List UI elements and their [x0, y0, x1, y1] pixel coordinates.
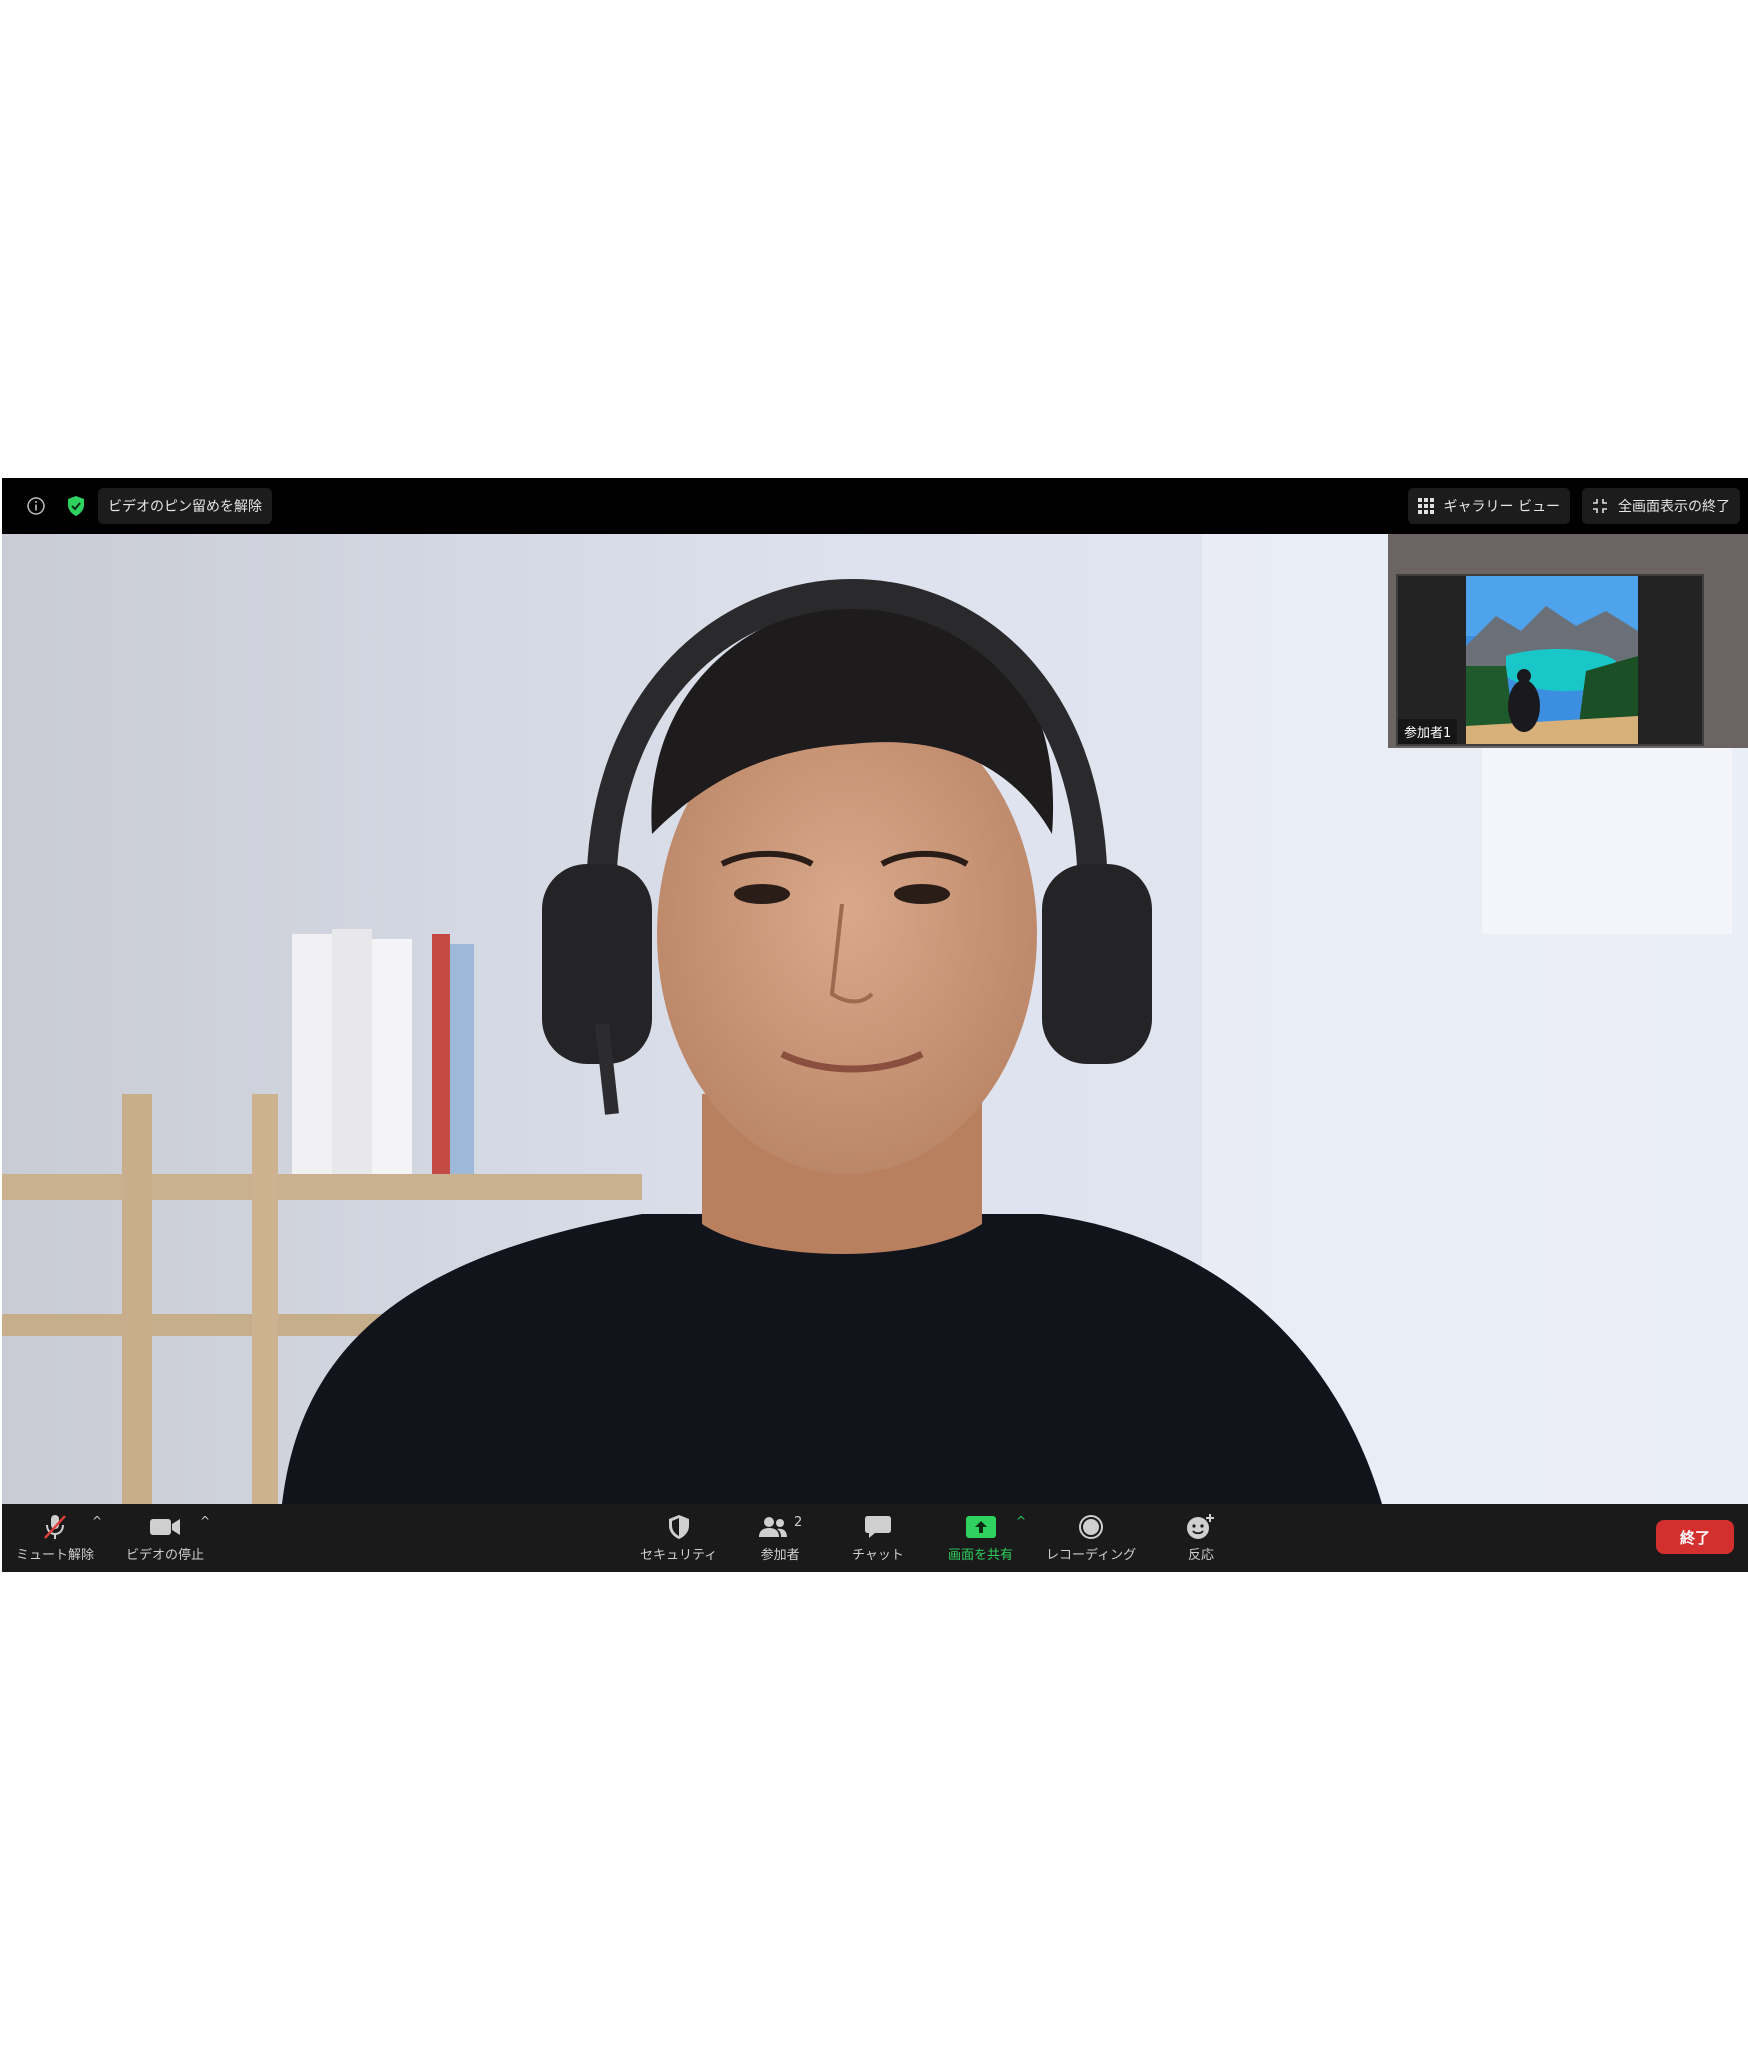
- participant-thumbnail[interactable]: 参加者1: [1396, 574, 1704, 746]
- microphone-muted-icon: [44, 1515, 66, 1539]
- end-meeting-label: 終了: [1679, 1528, 1710, 1547]
- stop-video-label: ビデオの停止: [126, 1548, 205, 1563]
- security-label: セキュリティ: [640, 1548, 718, 1563]
- chat-label: チャット: [852, 1548, 904, 1563]
- info-icon[interactable]: [24, 494, 48, 518]
- gallery-view-button[interactable]: ギャラリー ビュー: [1407, 488, 1570, 524]
- share-screen-button[interactable]: 画面を共有: [948, 1510, 1013, 1566]
- unpin-video-button[interactable]: ビデオのピン留めを解除: [98, 488, 272, 524]
- self-view-strip: 参加者1: [1388, 534, 1748, 748]
- exit-fullscreen-label: 全画面表示の終了: [1618, 499, 1730, 515]
- gallery-view-label: ギャラリー ビュー: [1443, 499, 1560, 515]
- share-screen-label: 画面を共有: [948, 1548, 1014, 1563]
- recording-button[interactable]: レコーディング: [1046, 1510, 1136, 1566]
- participant-video-image: [1466, 576, 1638, 744]
- participants-icon: [759, 1517, 787, 1537]
- meeting-toolbar: ミュート解除 ^ ビデオの停止 ^ セキュリティ 2 参加者 チャット 画面を共…: [2, 1504, 1748, 1572]
- video-camera-icon: [150, 1519, 180, 1535]
- participants-count: 2: [794, 1514, 803, 1530]
- video-options-caret-icon[interactable]: ^: [200, 1514, 210, 1528]
- participants-button[interactable]: 2 参加者: [758, 1510, 802, 1566]
- share-options-caret-icon[interactable]: ^: [1016, 1514, 1026, 1528]
- security-button[interactable]: セキュリティ: [640, 1510, 717, 1566]
- unmute-label: ミュート解除: [16, 1548, 95, 1563]
- record-icon: [1079, 1515, 1104, 1539]
- reaction-smiley-icon: [1187, 1514, 1214, 1539]
- stop-video-button[interactable]: ビデオの停止: [126, 1510, 204, 1566]
- chat-bubble-icon: [864, 1516, 891, 1538]
- reactions-button[interactable]: 反応: [1186, 1510, 1216, 1566]
- end-meeting-button[interactable]: 終了: [1656, 1520, 1734, 1554]
- unpin-video-label: ビデオのピン留めを解除: [108, 499, 262, 515]
- unmute-button[interactable]: ミュート解除: [16, 1510, 94, 1566]
- exit-fullscreen-icon: [1593, 499, 1607, 513]
- recording-label: レコーディング: [1046, 1548, 1137, 1563]
- participant-name-label: 参加者1: [1398, 719, 1458, 744]
- shield-verified-icon[interactable]: [64, 494, 88, 518]
- reactions-label: 反応: [1187, 1548, 1214, 1563]
- gallery-grid-icon: [1417, 498, 1434, 514]
- participants-label: 参加者: [760, 1548, 800, 1563]
- security-shield-icon: [668, 1515, 689, 1539]
- meeting-window: ビデオのピン留めを解除 ギャラリー ビュー 全画面表示の終了 参加者1 ミュート…: [2, 478, 1748, 1572]
- chat-button[interactable]: チャット: [852, 1510, 904, 1566]
- exit-fullscreen-button[interactable]: 全画面表示の終了: [1582, 488, 1740, 524]
- share-screen-arrow-icon: [965, 1516, 996, 1538]
- audio-options-caret-icon[interactable]: ^: [92, 1514, 102, 1528]
- top-bar: ビデオのピン留めを解除 ギャラリー ビュー 全画面表示の終了: [2, 478, 1748, 534]
